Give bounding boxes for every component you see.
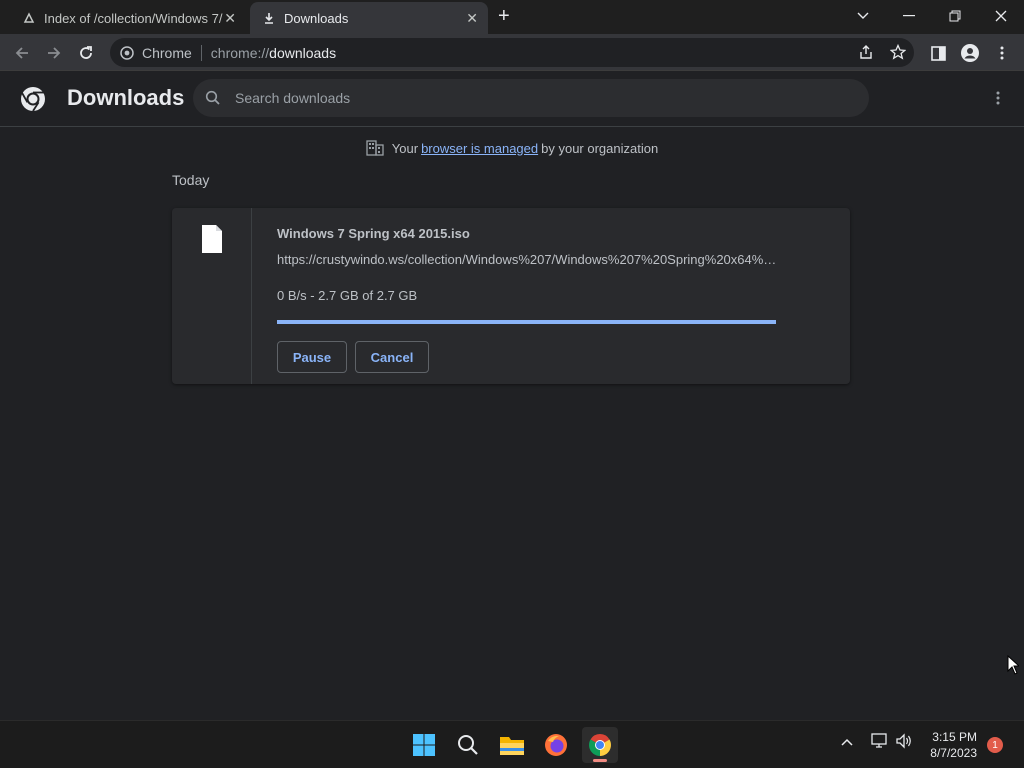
file-explorer-icon[interactable] (494, 727, 530, 763)
search-input[interactable] (235, 90, 835, 106)
new-tab-button[interactable]: + (498, 5, 510, 28)
notification-badge[interactable]: 1 (987, 737, 1003, 753)
firefox-icon[interactable] (538, 727, 574, 763)
url-scheme: chrome:// (210, 44, 270, 61)
managed-notice: Your browser is managed by your organiza… (0, 140, 1024, 156)
start-windows-icon[interactable] (406, 727, 442, 763)
download-status: 0 B/s - 2.7 GB of 2.7 GB (277, 288, 418, 303)
tab-index-collection[interactable]: Index of /collection/Windows 7/ ✕ (10, 2, 246, 34)
search-box[interactable] (193, 79, 869, 117)
tab-search-chevron-icon[interactable] (840, 0, 886, 32)
progress-bar (277, 320, 776, 324)
bookmark-star-icon[interactable] (889, 43, 907, 63)
chip-label: Chrome (142, 44, 192, 61)
tab-title: Downloads (284, 10, 349, 26)
file-name[interactable]: Windows 7 Spring x64 2015.iso (277, 226, 470, 241)
restore-button[interactable] (932, 0, 978, 32)
page-title: Downloads (67, 85, 185, 110)
clock-time: 3:15 PM (932, 730, 977, 744)
browser-toolbar: Chrome chrome://downloads (0, 34, 1024, 71)
back-button[interactable] (8, 39, 36, 67)
managed-suffix: by your organization (541, 140, 659, 156)
cancel-button[interactable]: Cancel (355, 341, 429, 373)
close-icon[interactable]: ✕ (466, 10, 478, 27)
side-panel-icon[interactable] (924, 39, 952, 67)
managed-link[interactable]: browser is managed (421, 141, 538, 156)
more-actions-icon[interactable] (996, 89, 1000, 110)
clock-date: 8/7/2023 (930, 746, 977, 760)
close-icon[interactable]: ✕ (224, 10, 236, 27)
date-section-label: Today (172, 172, 210, 188)
pause-button[interactable]: Pause (277, 341, 347, 373)
active-indicator (593, 759, 607, 762)
forward-button[interactable] (40, 39, 68, 67)
search-icon (205, 90, 220, 105)
download-item: Windows 7 Spring x64 2015.iso https://cr… (172, 208, 850, 384)
chrome-icon (120, 45, 134, 60)
profile-icon[interactable] (956, 39, 984, 67)
site-icon (22, 11, 36, 25)
tab-strip: Index of /collection/Windows 7/ ✕ Downlo… (0, 0, 1024, 34)
building-icon (366, 140, 384, 156)
chrome-taskbar-icon[interactable] (582, 727, 618, 763)
progress-fill (277, 320, 776, 324)
browser-menu-icon[interactable] (988, 39, 1016, 67)
taskbar: 3:15 PM 8/7/2023 1 (0, 720, 1024, 768)
chrome-chip[interactable]: Chrome (120, 45, 192, 61)
system-clock[interactable]: 3:15 PM 8/7/2023 (930, 729, 977, 761)
chrome-logo-icon (21, 87, 45, 112)
taskbar-search-icon[interactable] (450, 727, 486, 763)
managed-prefix: Your (391, 140, 419, 156)
close-window-button[interactable] (978, 0, 1024, 32)
tab-downloads[interactable]: Downloads ✕ (250, 2, 488, 34)
tab-title: Index of /collection/Windows 7/ (44, 10, 223, 26)
downloads-header: Downloads (0, 71, 1024, 127)
minimize-button[interactable] (886, 0, 932, 32)
file-icon-column (172, 208, 252, 384)
network-icon[interactable] (871, 733, 889, 753)
share-icon[interactable] (858, 44, 874, 63)
file-url[interactable]: https://crustywindo.ws/collection/Window… (277, 252, 777, 267)
show-hidden-icons-chevron-icon[interactable] (841, 733, 853, 750)
download-icon (262, 11, 276, 25)
mouse-cursor-icon (1007, 655, 1019, 675)
url-host: downloads (269, 44, 337, 61)
volume-icon[interactable] (895, 733, 913, 753)
reload-button[interactable] (72, 39, 100, 67)
address-bar[interactable]: Chrome chrome://downloads (110, 38, 914, 67)
file-icon (202, 225, 222, 253)
separator (200, 44, 202, 61)
